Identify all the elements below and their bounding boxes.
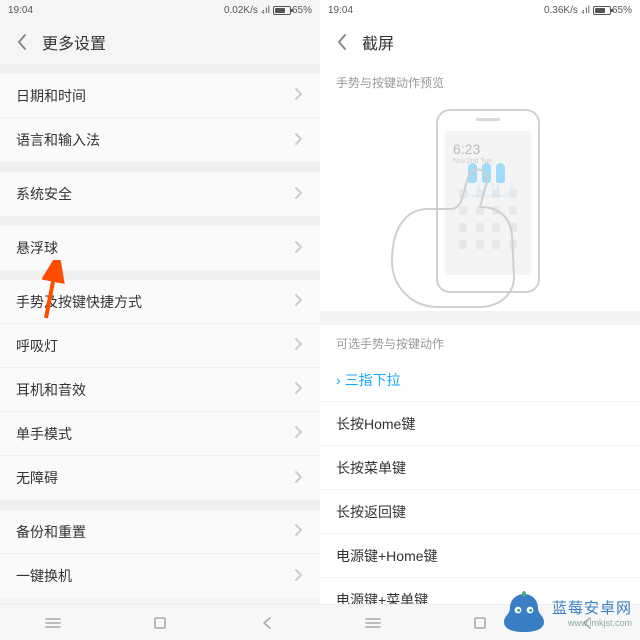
status-time: 19:04 bbox=[328, 5, 353, 16]
checkmark-icon: › bbox=[336, 372, 341, 388]
nav-back[interactable] bbox=[247, 613, 287, 633]
header: 截屏 bbox=[320, 20, 640, 64]
watermark-url: www.lmkjst.com bbox=[552, 618, 632, 628]
chevron-right-icon bbox=[294, 523, 304, 540]
signal-icon: ₄ıl bbox=[581, 5, 590, 16]
screenshot-settings-screen: 19:04 0.36K/s ₄ıl 65% 截屏 手势与按键动作预览 6 bbox=[320, 0, 640, 640]
option-long-press-back[interactable]: 长按返回键 bbox=[320, 490, 640, 534]
row-floating-ball[interactable]: 悬浮球 bbox=[0, 226, 320, 270]
row-headphone-audio[interactable]: 耳机和音效 bbox=[0, 368, 320, 412]
chevron-right-icon bbox=[294, 186, 304, 203]
chevron-right-icon bbox=[294, 425, 304, 442]
chevron-right-icon bbox=[294, 337, 304, 354]
nav-home[interactable] bbox=[140, 613, 180, 633]
battery-indicator: 65% bbox=[593, 5, 632, 16]
chevron-right-icon bbox=[294, 132, 304, 149]
status-bar: 19:04 0.02K/s ₄ıl 65% bbox=[0, 0, 320, 20]
chevron-right-icon bbox=[294, 293, 304, 310]
row-backup-reset[interactable]: 备份和重置 bbox=[0, 510, 320, 554]
settings-more-screen: 19:04 0.02K/s ₄ıl 65% 更多设置 日期和时间 语言和输入法 … bbox=[0, 0, 320, 640]
row-accessibility[interactable]: 无障碍 bbox=[0, 456, 320, 500]
row-breathing-light[interactable]: 呼吸灯 bbox=[0, 324, 320, 368]
row-onehand-mode[interactable]: 单手模式 bbox=[0, 412, 320, 456]
status-time: 19:04 bbox=[8, 5, 33, 16]
gesture-illustration: 6:23Nov.2nd Tue bbox=[390, 101, 570, 301]
status-net-speed: 0.02K/s bbox=[224, 5, 258, 16]
screenshot-options-list: 手势与按键动作预览 6:23Nov.2nd Tue bbox=[320, 64, 640, 640]
signal-icon: ₄ıl bbox=[261, 5, 270, 16]
status-net-speed: 0.36K/s bbox=[544, 5, 578, 16]
section-label: 手势与按键动作预览 bbox=[320, 74, 460, 101]
watermark-logo-icon bbox=[502, 590, 546, 634]
chevron-right-icon bbox=[294, 470, 304, 487]
hand-outline-icon bbox=[384, 161, 534, 311]
back-button[interactable] bbox=[332, 32, 352, 52]
battery-indicator: 65% bbox=[273, 5, 312, 16]
row-language-input[interactable]: 语言和输入法 bbox=[0, 118, 320, 162]
chevron-right-icon bbox=[294, 240, 304, 257]
nav-home[interactable] bbox=[460, 613, 500, 633]
gesture-preview-section: 手势与按键动作预览 6:23Nov.2nd Tue bbox=[320, 64, 640, 311]
nav-recents[interactable] bbox=[353, 613, 393, 633]
page-title: 更多设置 bbox=[42, 30, 106, 54]
watermark-name: 蓝莓安卓网 bbox=[552, 600, 632, 617]
chevron-right-icon bbox=[294, 568, 304, 585]
watermark: 蓝莓安卓网 www.lmkjst.com bbox=[502, 590, 632, 634]
status-bar: 19:04 0.36K/s ₄ıl 65% bbox=[320, 0, 640, 20]
row-system-security[interactable]: 系统安全 bbox=[0, 172, 320, 216]
option-long-press-home[interactable]: 长按Home键 bbox=[320, 402, 640, 446]
row-gesture-shortcut[interactable]: 手势及按键快捷方式 bbox=[0, 280, 320, 324]
option-three-finger-swipe[interactable]: ›三指下拉 bbox=[320, 358, 640, 402]
android-nav-bar bbox=[0, 604, 320, 640]
option-long-press-menu[interactable]: 长按菜单键 bbox=[320, 446, 640, 490]
page-title: 截屏 bbox=[362, 30, 394, 54]
back-button[interactable] bbox=[12, 32, 32, 52]
chevron-right-icon bbox=[294, 87, 304, 104]
section-label: 可选手势与按键动作 bbox=[320, 325, 640, 358]
nav-recents[interactable] bbox=[33, 613, 73, 633]
row-one-click-transfer[interactable]: 一键换机 bbox=[0, 554, 320, 598]
header: 更多设置 bbox=[0, 20, 320, 64]
option-power-plus-home[interactable]: 电源键+Home键 bbox=[320, 534, 640, 578]
settings-list: 日期和时间 语言和输入法 系统安全 悬浮球 手势及按键快捷方式 呼吸灯 耳机和音… bbox=[0, 64, 320, 640]
chevron-right-icon bbox=[294, 381, 304, 398]
row-date-time[interactable]: 日期和时间 bbox=[0, 74, 320, 118]
